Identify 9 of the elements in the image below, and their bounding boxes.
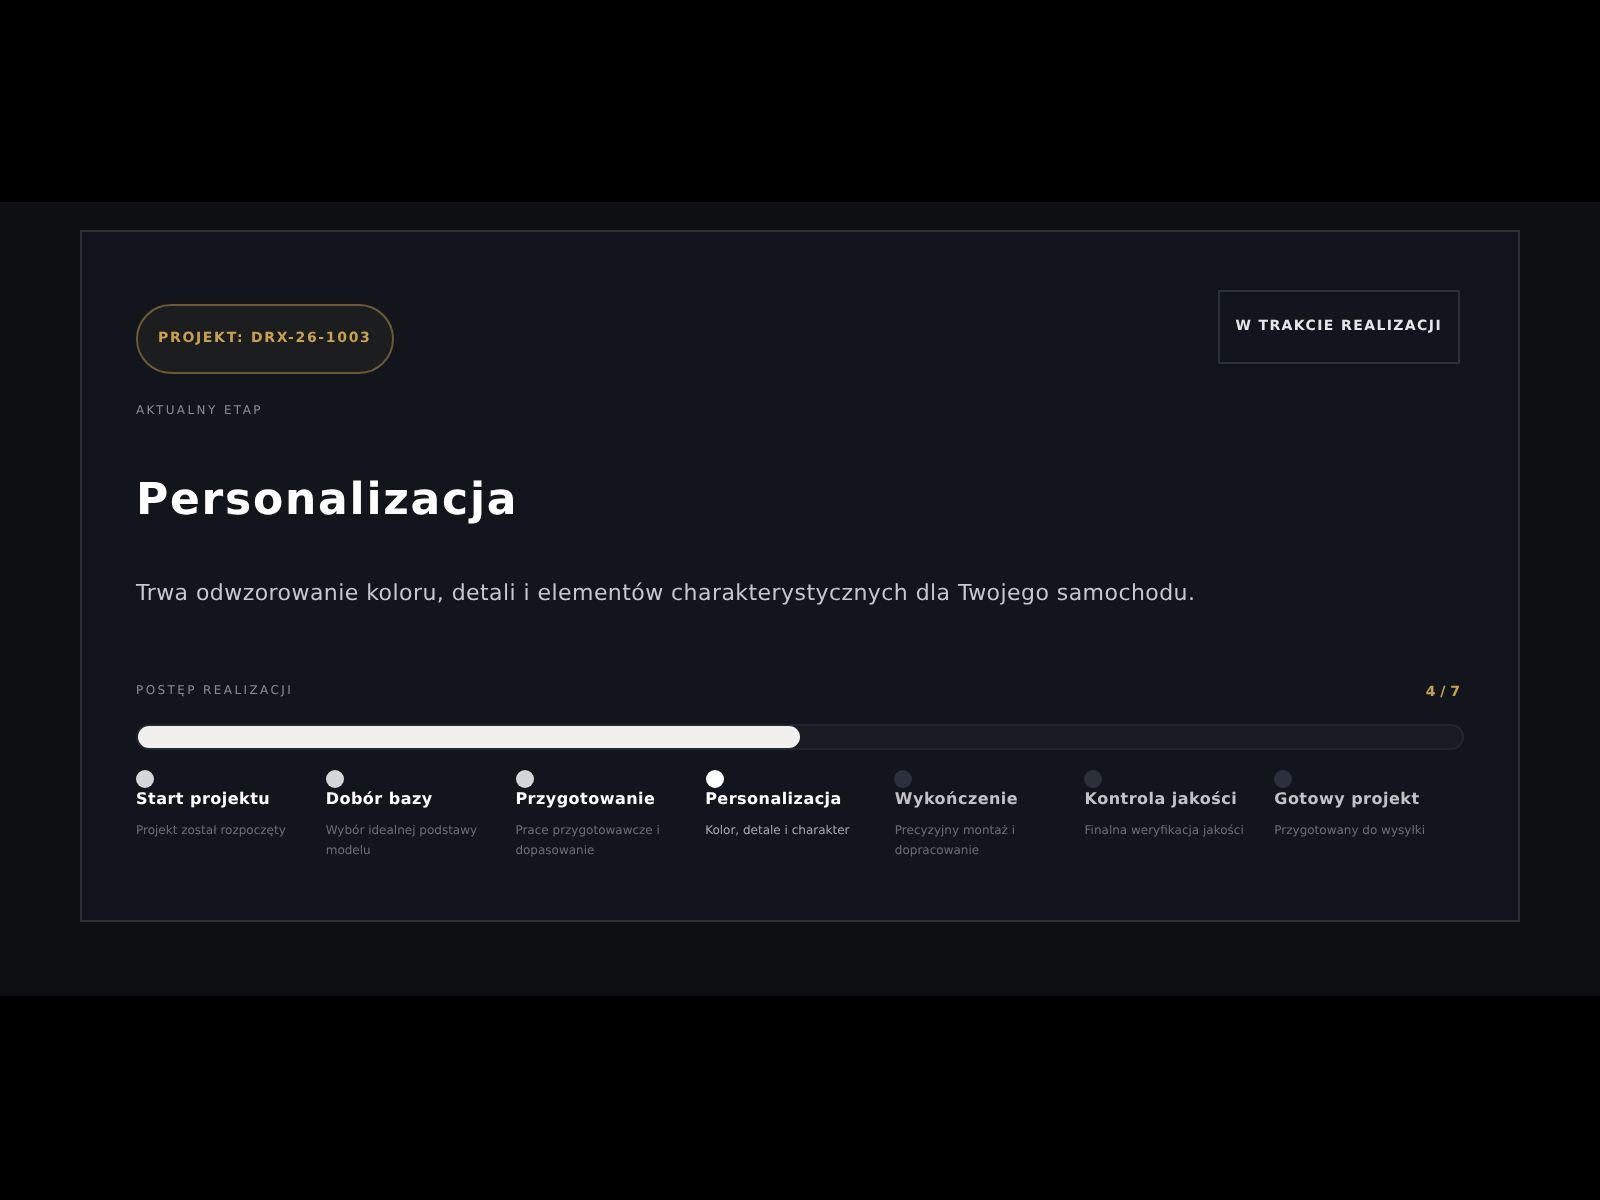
step-title: Start projektu [136, 787, 273, 811]
step-title: Kontrola jakości [1084, 787, 1240, 811]
stage-description: Trwa odwzorowanie koloru, detali i elementów charakterystycznych dla Twojego samochodu. [136, 577, 1198, 609]
step-title: Wykończenie [894, 787, 1021, 811]
step-title: Gotowy projekt [1274, 787, 1422, 811]
step-title: Przygotowanie [515, 787, 658, 811]
step-title: Dobór bazy [325, 787, 435, 811]
stage-title: Personalizacja [136, 473, 521, 529]
step-title: Personalizacja [705, 787, 844, 811]
